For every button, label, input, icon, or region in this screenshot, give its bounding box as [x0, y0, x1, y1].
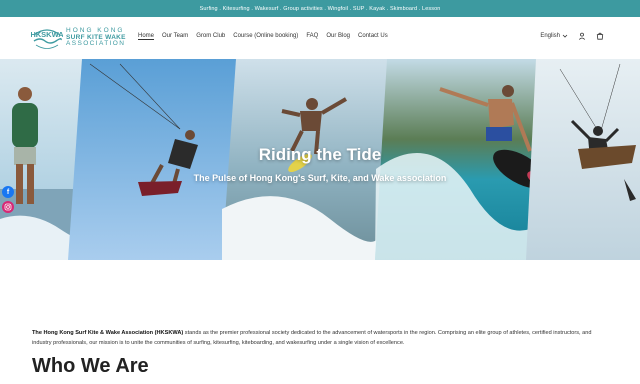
social-links: f	[2, 186, 14, 213]
hero-title: Riding the Tide	[258, 145, 382, 164]
nav-faq[interactable]: FAQ	[306, 33, 318, 39]
facebook-icon[interactable]: f	[2, 186, 14, 198]
main-nav: Home Our Team Grom Club Course (Online b…	[138, 33, 396, 39]
announcement-text: Surfing . Kitesurfing . Wakesurf . Group…	[199, 5, 441, 12]
nav-grom-club[interactable]: Grom Club	[196, 33, 225, 39]
header-tools: English	[540, 32, 604, 40]
announcement-bar: Surfing . Kitesurfing . Wakesurf . Group…	[0, 0, 640, 17]
facebook-glyph: f	[6, 188, 10, 196]
nav-contact-us[interactable]: Contact Us	[358, 33, 388, 39]
cart-icon[interactable]	[596, 32, 604, 40]
site-header: HKSKWA HONG KONG SURF KITE WAKE ASSOCIAT…	[0, 17, 640, 59]
section-title-who-we-are: Who We Are	[32, 355, 149, 377]
nav-home[interactable]: Home	[138, 33, 154, 39]
org-name: The Hong Kong Surf Kite & Wake Associati…	[32, 330, 184, 336]
instagram-icon[interactable]	[2, 201, 14, 213]
intro-paragraph: The Hong Kong Surf Kite & Wake Associati…	[32, 328, 610, 348]
hero-subtitle: The Pulse of Hong Kong's Surf, Kite, and…	[193, 173, 447, 183]
language-selector[interactable]: English	[540, 33, 568, 39]
nav-course[interactable]: Course (Online booking)	[233, 33, 298, 39]
account-icon[interactable]	[578, 32, 586, 40]
chevron-down-icon	[562, 34, 568, 38]
language-label: English	[540, 33, 560, 39]
nav-our-blog[interactable]: Our Blog	[326, 33, 350, 39]
instagram-glyph	[4, 203, 12, 211]
nav-our-team[interactable]: Our Team	[162, 33, 188, 39]
svg-text:HKSKWA: HKSKWA	[31, 30, 63, 39]
logo-line3: ASSOCIATION	[66, 40, 126, 48]
logo-wordmark: HONG KONG SURF KITE WAKE ASSOCIATION	[66, 27, 126, 48]
hero-banner: Riding the Tide The Pulse of Hong Kong's…	[0, 59, 640, 260]
site-logo[interactable]: HKSKWA HONG KONG SURF KITE WAKE ASSOCIAT…	[30, 23, 131, 53]
logo-emblem: HKSKWA	[30, 23, 64, 53]
